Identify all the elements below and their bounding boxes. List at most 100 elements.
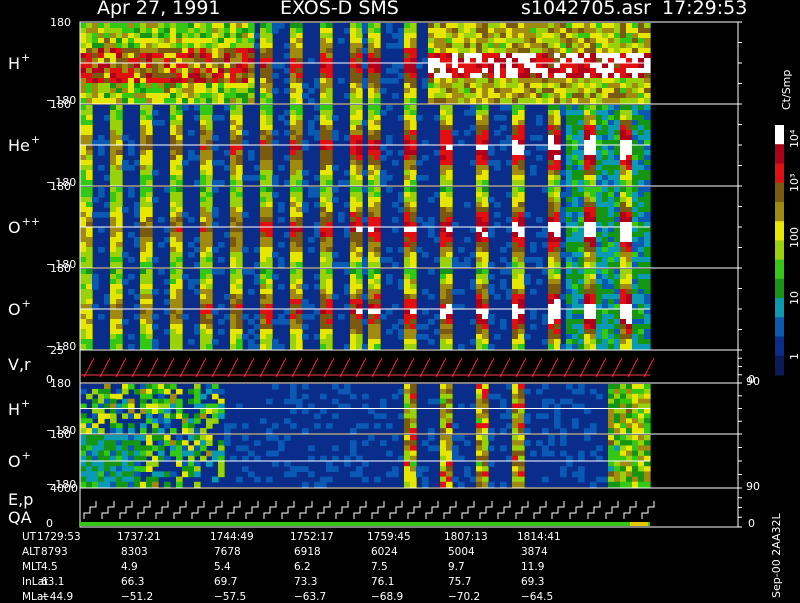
spectrogram-cell <box>644 212 651 218</box>
spectrogram-cell <box>176 232 183 238</box>
spectrogram-cell <box>518 289 525 295</box>
spectrogram-cell <box>440 334 447 340</box>
spectrogram-cell <box>512 33 519 39</box>
spectrogram-cell <box>440 155 447 161</box>
spectrogram-cell <box>224 150 231 156</box>
spectrogram-cell <box>614 115 621 121</box>
spectrogram-cell <box>518 145 525 151</box>
spectrogram-cell <box>440 88 447 94</box>
spectrogram-cell <box>566 155 573 161</box>
spectrogram-cell <box>308 445 315 452</box>
spectrogram-cell <box>404 98 411 104</box>
spectrogram-cell <box>182 43 189 49</box>
spectrogram-cell <box>356 83 363 89</box>
spectrogram-cell <box>218 329 225 335</box>
spectrogram-cell <box>176 294 183 300</box>
spectrogram-cell <box>620 93 627 99</box>
spectrogram-cell <box>584 274 591 280</box>
spectrogram-cell <box>266 155 273 161</box>
spectrogram-cell <box>296 78 303 84</box>
spectrogram-cell <box>578 33 585 39</box>
spectrogram-cell <box>266 202 273 208</box>
spectrogram-cell <box>254 165 261 171</box>
spectrogram-cell <box>512 48 519 54</box>
spectrogram-cell <box>170 33 177 39</box>
spectrogram-cell <box>152 53 159 59</box>
spectrogram-cell <box>332 398 339 405</box>
spectrogram-cell <box>632 418 639 424</box>
spectrogram-cell <box>386 175 393 181</box>
spectrogram-cell <box>296 274 303 280</box>
spectrogram-cell <box>512 294 519 300</box>
spectrogram-cell <box>194 73 201 79</box>
spectrogram-cell <box>314 187 321 193</box>
spectrogram-cell <box>332 115 339 121</box>
spectrogram-cell <box>500 53 507 59</box>
spectrogram-cell <box>176 115 183 121</box>
spectrogram-cell <box>632 476 639 483</box>
spectrogram-cell <box>476 309 483 315</box>
spectrogram-cell <box>566 48 573 54</box>
spectrogram-cell <box>374 329 381 335</box>
footer-cell: 1759:45 <box>367 531 411 543</box>
spectrogram-cell <box>188 461 195 467</box>
spectrogram-cell <box>140 63 147 69</box>
spectrogram-cell <box>422 155 429 161</box>
spectrogram-cell <box>638 93 645 99</box>
spectrogram-cell <box>104 294 111 300</box>
spectrogram-cell <box>596 212 603 218</box>
spectrogram-cell <box>320 93 327 99</box>
spectrogram-cell <box>410 125 417 131</box>
spectrogram-cell <box>368 435 375 441</box>
spectrogram-cell <box>572 115 579 121</box>
spectrogram-cell <box>98 445 105 452</box>
spectrogram-cell <box>578 202 585 208</box>
spectrogram-cell <box>290 38 297 44</box>
spectrogram-cell <box>314 175 321 181</box>
colorbar-segment <box>775 336 784 357</box>
spectrogram-cell <box>314 423 321 429</box>
spectrogram-cell <box>440 217 447 223</box>
spectrogram-cell <box>128 63 135 69</box>
spectrogram-cell <box>206 384 213 390</box>
spectrogram-cell <box>518 105 525 111</box>
spectrogram-cell <box>266 28 273 34</box>
spectrogram-cell <box>224 232 231 238</box>
spectrogram-cell <box>188 423 195 429</box>
spectrogram-cell <box>140 384 147 390</box>
spectrogram-cell <box>548 155 555 161</box>
spectrogram-cell <box>236 88 243 94</box>
spectrogram-cell <box>134 68 141 74</box>
spectrogram-cell <box>140 88 147 94</box>
spectrogram-cell <box>470 93 477 99</box>
spectrogram-cell <box>578 120 585 126</box>
spectrogram-cell <box>218 440 225 446</box>
spectrogram-cell <box>374 165 381 171</box>
spectrogram-cell <box>182 83 189 89</box>
spectrogram-cell <box>602 110 609 116</box>
spectrogram-cell <box>632 150 639 156</box>
spectrogram-cell <box>416 247 423 253</box>
spectrogram-cell <box>548 197 555 203</box>
spectrogram-cell <box>386 279 393 285</box>
spectrogram-cell <box>500 63 507 69</box>
spectrogram-cell <box>188 471 195 478</box>
spectrogram-cell <box>632 43 639 49</box>
spectrogram-cell <box>602 68 609 74</box>
spectrogram-cell <box>230 130 237 136</box>
spectrogram-cell <box>206 197 213 203</box>
spectrogram-cell <box>200 73 207 79</box>
spectrogram-cell <box>518 227 525 233</box>
spectrogram-cell <box>566 247 573 253</box>
spectrogram-cell <box>452 262 459 268</box>
spectrogram-cell <box>632 237 639 243</box>
spectrogram-cell <box>524 23 531 29</box>
spectrogram-cell <box>458 289 465 295</box>
spectrogram-cell <box>356 93 363 99</box>
spectrogram-cell <box>464 98 471 104</box>
spectrogram-cell <box>236 269 243 275</box>
spectrogram-cell <box>566 334 573 340</box>
spectrogram-cell <box>104 466 111 472</box>
spectrogram-cell <box>572 247 579 253</box>
spectrogram-cell <box>134 471 141 478</box>
